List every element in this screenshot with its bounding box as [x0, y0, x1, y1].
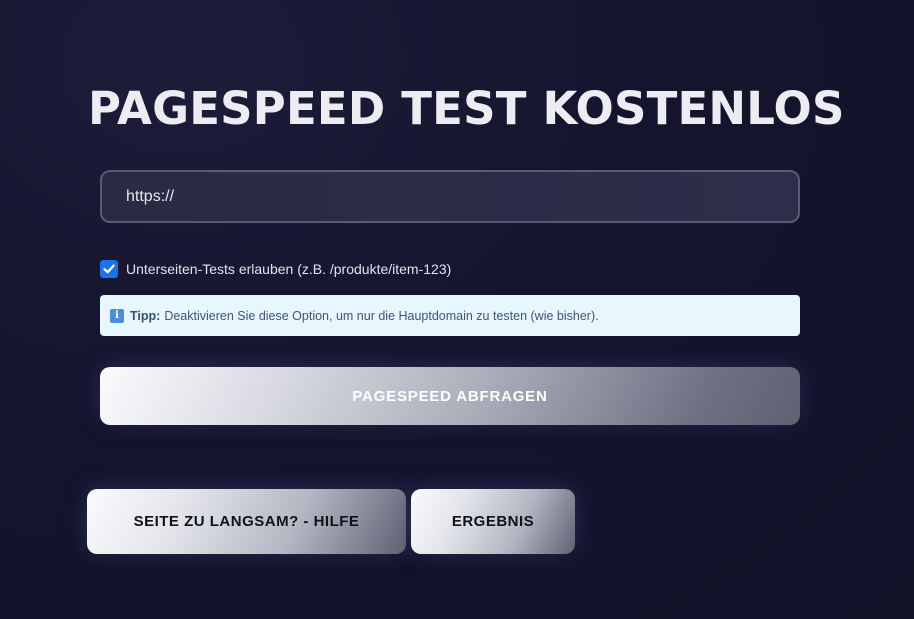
url-input[interactable] [100, 170, 800, 223]
subpages-option[interactable]: Unterseiten-Tests erlauben (z.B. /produk… [100, 259, 451, 279]
checkmark-icon [103, 264, 115, 274]
subpages-label: Unterseiten-Tests erlauben (z.B. /produk… [126, 261, 452, 277]
tip-box: i Tipp: Deaktivieren Sie diese Option, u… [100, 295, 800, 336]
pagespeed-submit-button[interactable]: PAGESPEED ABFRAGEN [100, 367, 800, 425]
info-icon: i [110, 308, 124, 323]
result-button[interactable]: ERGEBNIS [411, 489, 575, 554]
page-title: PAGESPEED TEST KOSTENLOS [88, 82, 845, 135]
tip-label: Tipp: [130, 308, 161, 323]
help-button[interactable]: SEITE ZU LANGSAM? - HILFE [87, 489, 406, 554]
subpages-checkbox[interactable] [100, 260, 118, 278]
tip-text: Deaktivieren Sie diese Option, um nur di… [164, 308, 599, 323]
